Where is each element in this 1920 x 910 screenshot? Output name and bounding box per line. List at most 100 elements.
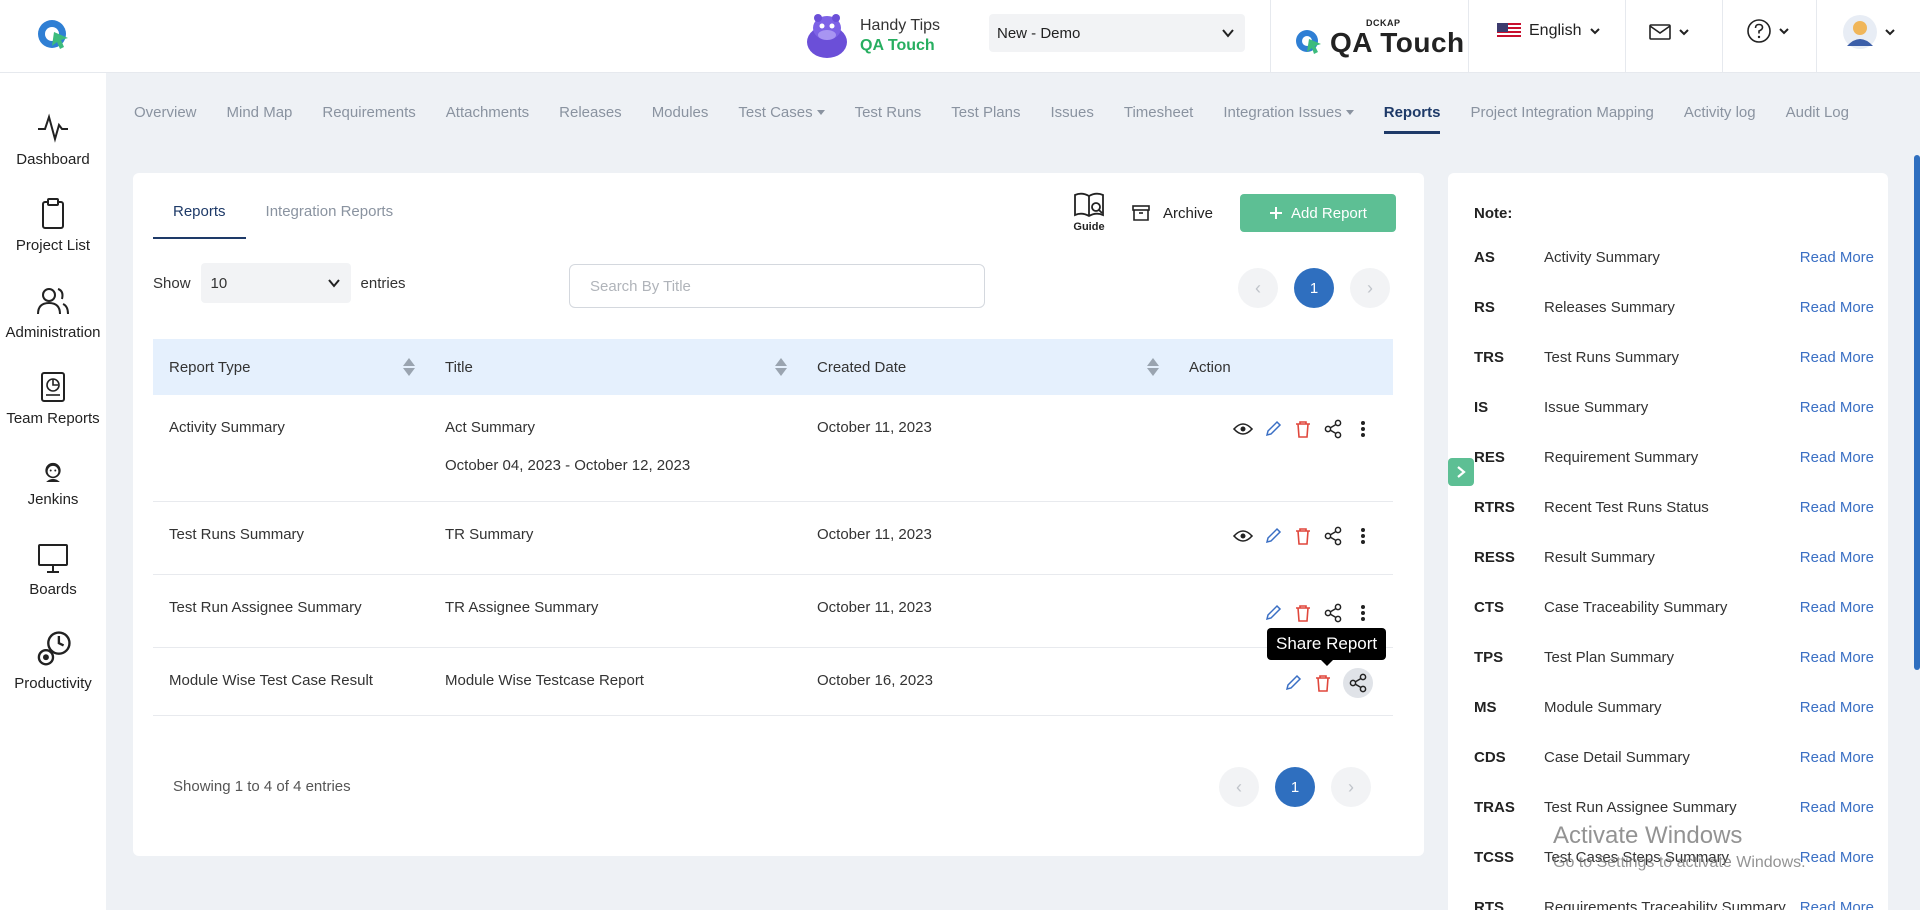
more-vertical-icon[interactable] (1353, 419, 1373, 439)
help-menu[interactable] (1746, 18, 1790, 44)
sidebar-item-project-list[interactable]: Project List (0, 197, 106, 254)
plus-icon (1270, 207, 1283, 219)
handy-tips[interactable]: Handy Tips QA Touch (802, 8, 940, 64)
sidebar-item-administration[interactable]: Administration (0, 284, 106, 341)
share-icon[interactable] (1323, 419, 1343, 439)
nav-test-runs[interactable]: Test Runs (855, 92, 922, 132)
table-row: Test Runs Summary TR Summary October 11,… (153, 501, 1393, 575)
read-more-link[interactable]: Read More (1794, 599, 1874, 616)
mail-menu[interactable] (1648, 20, 1690, 44)
delete-icon[interactable] (1293, 603, 1313, 623)
title-cell: TR Assignee Summary (445, 598, 599, 616)
next-page-button[interactable]: › (1331, 767, 1371, 807)
sidebar-item-label: Dashboard (16, 151, 90, 168)
delete-icon[interactable] (1313, 673, 1333, 693)
language-select[interactable]: English (1497, 22, 1601, 40)
nav-attachments[interactable]: Attachments (446, 92, 529, 132)
nav-issues[interactable]: Issues (1051, 92, 1094, 132)
nav-project-integration-mapping[interactable]: Project Integration Mapping (1470, 92, 1653, 132)
entries-select[interactable]: 10 (200, 263, 351, 303)
nav-modules[interactable]: Modules (652, 92, 709, 132)
show-label: Show (153, 274, 191, 292)
view-icon[interactable] (1233, 526, 1253, 546)
collapse-panel-button[interactable] (1448, 458, 1474, 486)
note-abbr: TRS (1474, 349, 1504, 366)
search-input[interactable] (569, 264, 985, 308)
archive-button[interactable]: Archive (1131, 203, 1213, 223)
table-row: Activity Summary Act Summary October 04, … (153, 395, 1393, 502)
edit-icon[interactable] (1263, 526, 1283, 546)
read-more-link[interactable]: Read More (1794, 749, 1874, 766)
nav-label: Audit Log (1785, 103, 1849, 121)
page-scrollbar[interactable] (1914, 155, 1920, 670)
project-select[interactable]: New - Demo (989, 14, 1245, 52)
page-number-button[interactable]: 1 (1294, 268, 1334, 308)
qa-touch-logo-icon[interactable] (34, 14, 74, 54)
view-icon[interactable] (1233, 419, 1253, 439)
column-header-report-type[interactable]: Report Type (153, 339, 429, 395)
tab-integration-reports[interactable]: Integration Reports (246, 193, 414, 239)
share-icon[interactable] (1343, 667, 1373, 698)
sidebar-item-boards[interactable]: Boards (0, 541, 106, 598)
report-type-cell: Activity Summary (169, 419, 285, 436)
sidebar-item-productivity[interactable]: Productivity (0, 629, 106, 692)
more-vertical-icon[interactable] (1353, 526, 1373, 546)
sidebar-item-label: Administration (5, 324, 101, 341)
delete-icon[interactable] (1293, 526, 1313, 546)
edit-icon[interactable] (1263, 603, 1283, 623)
nav-test-plans[interactable]: Test Plans (951, 92, 1020, 132)
chevron-down-icon (327, 279, 340, 288)
chevron-down-icon (1222, 29, 1234, 38)
guide-button[interactable]: Guide (1073, 191, 1105, 233)
nav-test-cases[interactable]: Test Cases (738, 92, 825, 132)
table-header-row: Report Type Title Created Date Action (153, 339, 1393, 395)
nav-integration-issues[interactable]: Integration Issues (1223, 92, 1354, 132)
read-more-link[interactable]: Read More (1794, 299, 1874, 316)
add-report-button[interactable]: Add Report (1240, 194, 1396, 232)
nav-reports[interactable]: Reports (1383, 92, 1440, 134)
handy-tips-title: Handy Tips (860, 17, 941, 34)
nav-mind-map[interactable]: Mind Map (227, 92, 293, 132)
nav-label: Requirements (322, 103, 416, 121)
date-range-cell: October 04, 2023 - October 12, 2023 (445, 457, 691, 474)
read-more-link[interactable]: Read More (1794, 549, 1874, 566)
read-more-link[interactable]: Read More (1794, 449, 1874, 466)
delete-icon[interactable] (1293, 419, 1313, 439)
nav-audit-log[interactable]: Audit Log (1786, 92, 1849, 132)
nav-label: Integration Issues (1223, 103, 1342, 121)
nav-overview[interactable]: Overview (134, 92, 197, 132)
nav-requirements[interactable]: Requirements (322, 92, 415, 132)
read-more-link[interactable]: Read More (1794, 249, 1874, 266)
read-more-link[interactable]: Read More (1794, 399, 1874, 416)
read-more-link[interactable]: Read More (1794, 849, 1874, 866)
nav-timesheet[interactable]: Timesheet (1124, 92, 1193, 132)
prev-page-button[interactable]: ‹ (1238, 268, 1278, 308)
read-more-link[interactable]: Read More (1794, 699, 1874, 716)
entries-value: 10 (210, 274, 228, 292)
share-icon[interactable] (1323, 526, 1343, 546)
more-vertical-icon[interactable] (1353, 603, 1373, 623)
nav-activity-log[interactable]: Activity log (1684, 92, 1756, 132)
sidebar-item-dashboard[interactable]: Dashboard (0, 111, 106, 168)
column-header-title[interactable]: Title (429, 339, 801, 395)
read-more-link[interactable]: Read More (1794, 349, 1874, 366)
read-more-link[interactable]: Read More (1794, 899, 1874, 910)
user-menu[interactable] (1842, 14, 1896, 50)
share-icon[interactable] (1323, 603, 1343, 623)
prev-page-button[interactable]: ‹ (1219, 767, 1259, 807)
edit-icon[interactable] (1283, 673, 1303, 693)
sidebar-item-team-reports[interactable]: Team Reports (0, 370, 106, 427)
nav-releases[interactable]: Releases (559, 92, 622, 132)
note-name: Requirement Summary (1544, 449, 1699, 466)
tab-reports[interactable]: Reports (153, 193, 246, 239)
sidebar-item-jenkins[interactable]: Jenkins (0, 459, 106, 508)
edit-icon[interactable] (1263, 419, 1283, 439)
page-number-button[interactable]: 1 (1275, 767, 1315, 807)
next-page-button[interactable]: › (1350, 268, 1390, 308)
nav-label: Timesheet (1123, 103, 1194, 121)
read-more-link[interactable]: Read More (1794, 649, 1874, 666)
column-header-created-date[interactable]: Created Date (801, 339, 1173, 395)
read-more-link[interactable]: Read More (1794, 799, 1874, 816)
note-abbr: RTRS (1474, 499, 1515, 516)
read-more-link[interactable]: Read More (1794, 499, 1874, 516)
